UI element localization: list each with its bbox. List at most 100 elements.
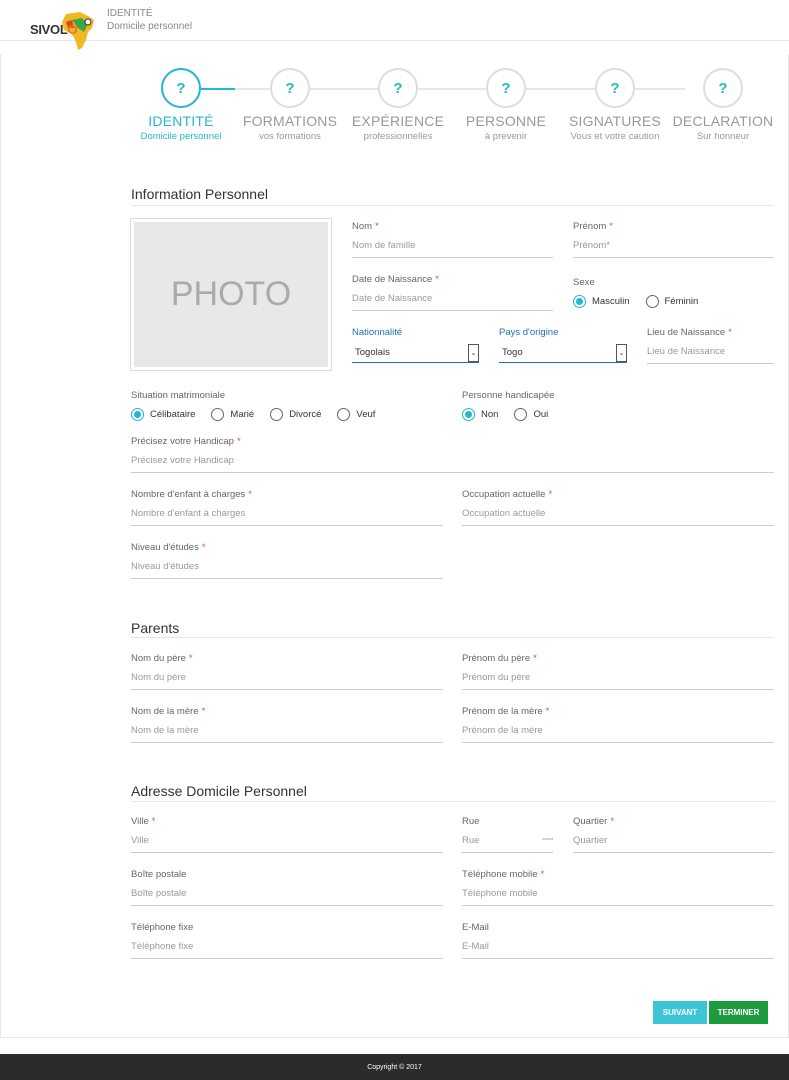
field-label: Quartier [573, 816, 608, 827]
step-label: EXPÉRIENCE [351, 113, 445, 129]
section-title-personal: Information Personnel [131, 186, 268, 202]
radio-label: Divorcé [289, 409, 322, 420]
sexe-label: Sexe [573, 277, 595, 288]
sexe-radio-group: Masculin Féminin [573, 295, 714, 308]
radio-dot [514, 408, 528, 421]
rue-input[interactable] [462, 830, 553, 853]
prenom-pere-input[interactable] [462, 667, 774, 690]
radio-dot [211, 408, 225, 421]
radio-masculin[interactable]: Masculin [573, 295, 630, 308]
radio-celibataire[interactable]: Célibataire [131, 408, 195, 421]
field-label: Date de Naissance [352, 274, 433, 285]
field-label: Téléphone mobile [462, 869, 538, 880]
field-label: Boîte postale [131, 869, 187, 880]
required-marker: * [435, 274, 439, 285]
photo-upload[interactable]: PHOTO [130, 218, 332, 371]
radio-divorce[interactable]: Divorcé [270, 408, 321, 421]
boite-postale-input[interactable] [131, 883, 443, 906]
step-sublabel: Vous et votre caution [570, 131, 660, 142]
field-label: Nom [352, 221, 373, 232]
situation-label: Situation matrimoniale [131, 390, 225, 401]
radio-marie[interactable]: Marié [211, 408, 254, 421]
etudes-input[interactable] [131, 556, 443, 579]
nom-mere-input[interactable] [131, 720, 443, 743]
field-label: Pays d'origine [499, 327, 559, 338]
field-label: Nom de la mère [131, 706, 199, 717]
question-icon: ? [486, 68, 526, 108]
question-icon: ? [270, 68, 310, 108]
step-sublabel: à prevenir [484, 131, 528, 142]
required-marker: * [248, 489, 252, 500]
step-sublabel: Domicile personnel [140, 131, 222, 142]
field-label: Nombre d'enfant à charges [131, 489, 246, 500]
naissance-input[interactable] [352, 288, 553, 311]
radio-oui[interactable]: Oui [514, 408, 548, 421]
step-identite[interactable]: ? IDENTITÉ Domicile personnel [126, 68, 236, 142]
prenom-field: Prénom * [573, 221, 774, 258]
prenom-input[interactable] [573, 235, 774, 258]
step-formations[interactable]: ? FORMATIONS vos formations [235, 68, 345, 142]
required-marker: * [236, 436, 241, 447]
required-marker: * [545, 706, 550, 717]
section-title-parents: Parents [131, 620, 180, 636]
rue-field: Rue [462, 816, 553, 853]
step-declaration[interactable]: ? DECLARATION Sur honneur [668, 68, 778, 142]
photo-placeholder: PHOTO [134, 222, 328, 367]
boite-postale-field: Boîte postale [131, 869, 443, 906]
field-label: E-Mail [462, 922, 489, 933]
required-marker: * [151, 816, 156, 827]
pays-select[interactable]: Togo ⌄ [499, 341, 627, 363]
terminer-button[interactable]: TERMINER [709, 1001, 768, 1024]
telephone-fixe-field: Téléphone fixe [131, 922, 443, 959]
page-footer: Copyright © 2017 [0, 1054, 789, 1080]
field-label: Téléphone fixe [131, 922, 194, 933]
handicape-label: Personne handicapée [462, 390, 555, 401]
nationalite-select[interactable]: Togolais ⌄ [352, 341, 479, 363]
question-icon: ? [378, 68, 418, 108]
question-icon: ? [161, 68, 201, 108]
step-sublabel: Sur honneur [696, 131, 750, 142]
prenom-mere-input[interactable] [462, 720, 774, 743]
suivant-button[interactable]: SUIVANT [653, 1001, 707, 1024]
telephone-fixe-input[interactable] [131, 936, 443, 959]
nom-input[interactable] [352, 235, 553, 258]
step-signatures[interactable]: ? SIGNATURES Vous et votre caution [560, 68, 670, 142]
radio-label: Masculin [592, 296, 630, 307]
radio-feminin[interactable]: Féminin [645, 295, 698, 308]
handicap-detail-field: Précisez votre Handicap * [131, 436, 774, 473]
question-icon: ? [595, 68, 635, 108]
breadcrumb-title: IDENTITÉ [107, 8, 153, 19]
step-experience[interactable]: ? EXPÉRIENCE professionnelles [343, 68, 453, 142]
section-divider [131, 801, 774, 802]
step-personne[interactable]: ? PERSONNE à prevenir [451, 68, 561, 142]
copyright-text: Copyright © 2017 [367, 1063, 422, 1071]
radio-dot [270, 408, 284, 421]
nationalite-field: Nationnalité Togolais ⌄ [352, 327, 479, 363]
sivolo-logo[interactable]: SIVOLO [14, 4, 94, 50]
field-label: Occupation actuelle [462, 489, 546, 500]
radio-dot [645, 295, 659, 308]
radio-veuf[interactable]: Veuf [337, 408, 375, 421]
telephone-mobile-input[interactable] [462, 883, 774, 906]
step-connector [201, 88, 235, 90]
email-input[interactable] [462, 936, 774, 959]
step-sublabel: professionnelles [363, 131, 433, 142]
section-title-address: Adresse Domicile Personnel [131, 783, 307, 799]
lieu-input[interactable] [647, 341, 774, 364]
telephone-mobile-field: Téléphone mobile * [462, 869, 774, 906]
chevron-down-icon: ⌄ [468, 344, 479, 362]
radio-label: Veuf [356, 409, 376, 420]
radio-non[interactable]: Non [462, 408, 498, 421]
section-divider [131, 637, 774, 638]
radio-dot [131, 408, 144, 421]
handicap-detail-input[interactable] [131, 450, 774, 473]
occupation-input[interactable] [462, 503, 774, 526]
nom-pere-field: Nom du père * [131, 653, 443, 690]
ville-input[interactable] [131, 830, 443, 853]
enfants-input[interactable] [131, 503, 443, 526]
nom-pere-input[interactable] [131, 667, 443, 690]
nom-field: Nom * [352, 221, 553, 258]
field-label: Prénom de la mère [462, 706, 543, 717]
required-marker: * [610, 816, 615, 827]
quartier-input[interactable] [573, 830, 774, 853]
